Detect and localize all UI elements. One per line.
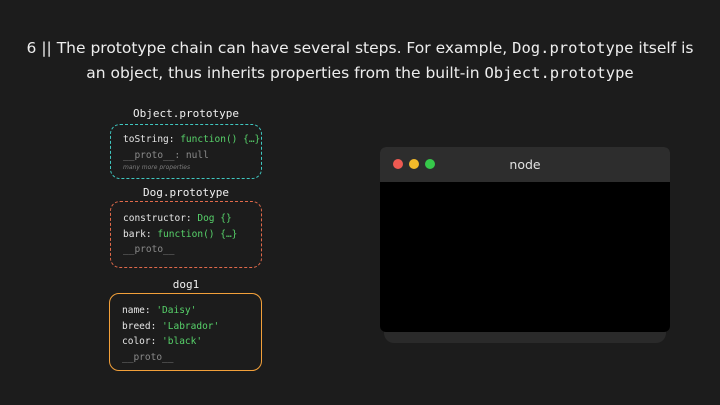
property-key: breed: bbox=[122, 320, 163, 332]
title-text: an object, thus inherits properties from… bbox=[86, 64, 485, 82]
proto-property: __proto__ bbox=[122, 351, 174, 363]
title-line-2: an object, thus inherits properties from… bbox=[20, 61, 700, 86]
title-code-object-prototype: Object.prototype bbox=[484, 64, 634, 82]
property-value: 'Daisy' bbox=[156, 305, 197, 316]
dog-prototype-box: constructor: Dog {} bark: function() {…}… bbox=[110, 201, 262, 268]
object-prototype-box: toString: function() {…} __proto__: null… bbox=[110, 124, 262, 179]
property-key: bark: bbox=[123, 228, 158, 240]
constructor-property: constructor: Dog {} bbox=[123, 211, 249, 227]
terminal-output[interactable] bbox=[380, 182, 670, 332]
property-value: function() {…} bbox=[157, 228, 238, 240]
terminal-title: node bbox=[509, 157, 541, 172]
property-value: 'Labrador' bbox=[162, 320, 220, 332]
dog1-box: name: 'Daisy' breed: 'Labrador' color: '… bbox=[109, 293, 262, 371]
property-key: name: bbox=[122, 305, 157, 316]
property-value: 'black' bbox=[162, 336, 203, 347]
property-value: Dog {} bbox=[197, 213, 232, 224]
title-text: itself is bbox=[633, 39, 694, 57]
proto-property: __proto__: null bbox=[123, 149, 209, 161]
property-value: function() {…} bbox=[180, 134, 261, 145]
title-code-dog-prototype: Dog.prototype bbox=[512, 39, 634, 57]
property-key: toString: bbox=[123, 134, 181, 145]
color-property: color: 'black' bbox=[122, 334, 249, 350]
dog-prototype-label: Dog.prototype bbox=[142, 186, 230, 199]
title-text: 6 || The prototype chain can have severa… bbox=[26, 39, 513, 57]
breed-property: breed: 'Labrador' bbox=[122, 319, 249, 335]
dog1-label: dog1 bbox=[172, 278, 200, 291]
terminal-window[interactable]: node bbox=[380, 147, 670, 332]
object-prototype-label: Object.prototype bbox=[133, 107, 239, 120]
terminal-titlebar[interactable]: node bbox=[380, 147, 670, 182]
title-line-1: 6 || The prototype chain can have severa… bbox=[20, 36, 700, 61]
property-key: constructor: bbox=[123, 213, 198, 224]
tostring-property: toString: function() {…} bbox=[123, 132, 260, 148]
more-properties-note: many more properties bbox=[123, 164, 191, 171]
slide-title: 6 || The prototype chain can have severa… bbox=[20, 36, 700, 86]
proto-property: __proto__ bbox=[123, 244, 175, 255]
property-key: color: bbox=[122, 336, 163, 347]
name-property: name: 'Daisy' bbox=[122, 303, 249, 319]
bark-property: bark: function() {…} bbox=[123, 227, 249, 243]
